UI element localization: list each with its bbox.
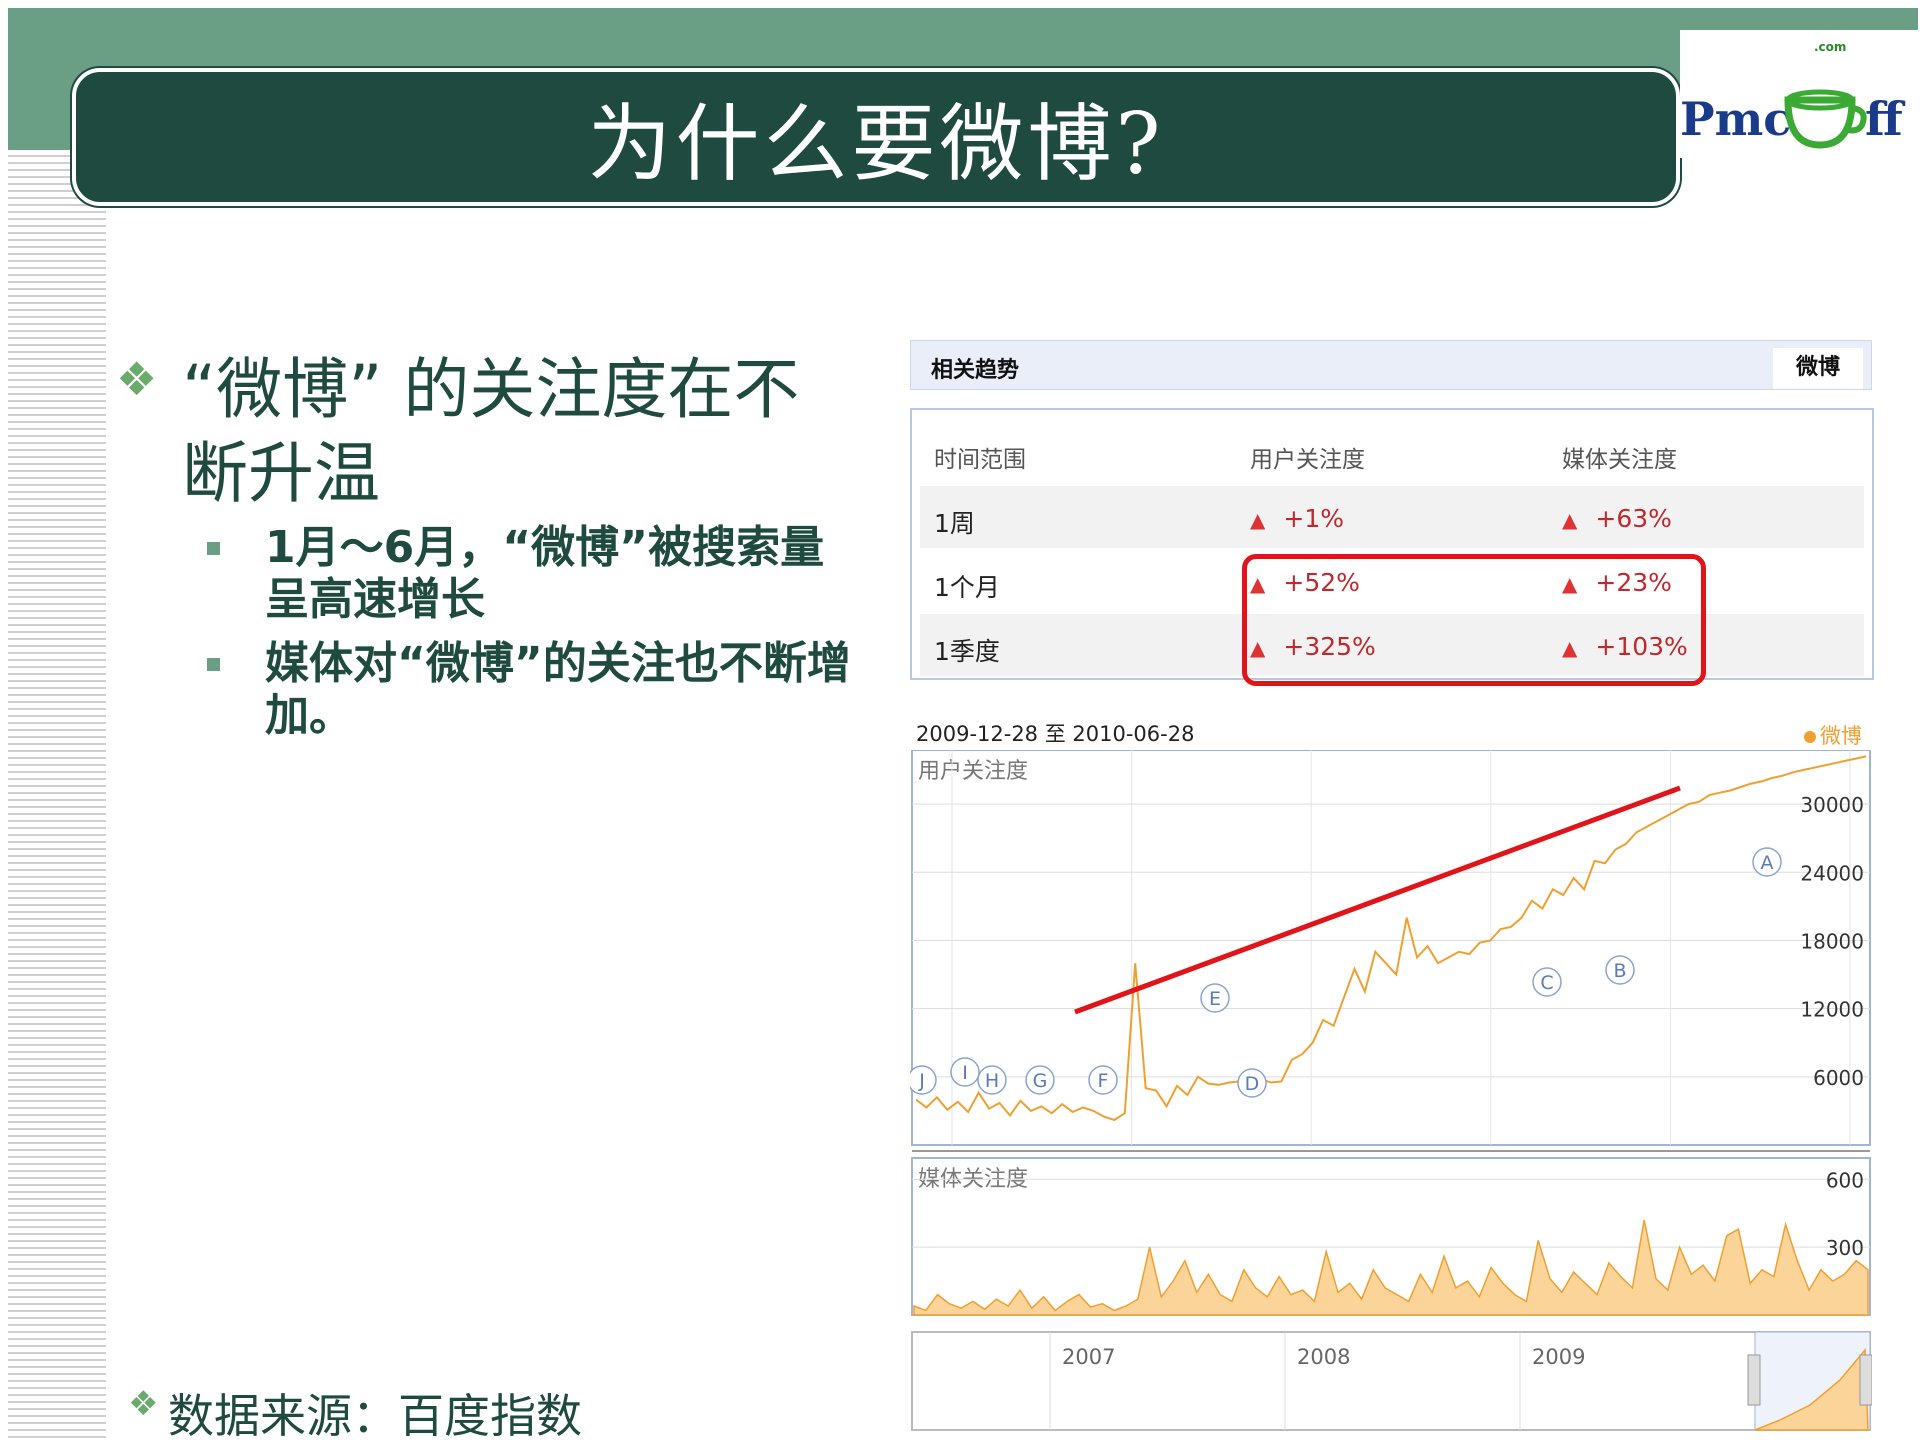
chart1-ytick-label: 6000: [1813, 1066, 1864, 1090]
annotation-label: I: [962, 1062, 968, 1084]
chart3-xtick-label: 2008: [1297, 1345, 1350, 1369]
cell-range: 1周: [934, 509, 975, 538]
annotation-label: D: [1245, 1073, 1260, 1095]
chart1-ytick-label: 18000: [1800, 929, 1864, 953]
table-row: 1周 ▲ +1% ▲ +63%: [920, 486, 1864, 548]
logo-text-right: ff: [1865, 92, 1903, 146]
chart1-ylabel: 用户关注度: [918, 759, 1028, 784]
annotation-label: E: [1209, 988, 1221, 1010]
table-header-row: 时间范围 用户关注度 媒体关注度: [920, 422, 1864, 484]
chart3-left-handle: [1747, 1354, 1761, 1406]
col-header-range: 时间范围: [934, 447, 1026, 473]
chart2-ytick-label: 600: [1826, 1168, 1864, 1192]
chart1-ytick-label: 30000: [1800, 793, 1864, 817]
annotation-label: J: [918, 1070, 925, 1092]
col-header-user: 用户关注度: [1250, 447, 1365, 473]
chart3-xtick-label: 2009: [1532, 1345, 1585, 1369]
slide-title-bar: 为什么要微博?: [72, 68, 1680, 206]
cell-user-value: +1%: [1283, 504, 1344, 533]
annotation-label: C: [1540, 972, 1553, 994]
logo-text-left: Pmc: [1680, 92, 1792, 146]
diamond-bullet-icon: ❖: [128, 1384, 159, 1424]
square-bullet-icon: [207, 542, 220, 555]
cell-media: ▲ +63%: [1562, 504, 1672, 533]
chart3-frame: [911, 1331, 1871, 1431]
sub-bullet-1: 1月～6月，“微博”被搜索量呈高速增长: [265, 522, 825, 625]
annotation-label: H: [985, 1070, 999, 1092]
panel-header-title: 相关趋势: [931, 358, 1020, 383]
col-header-media: 媒体关注度: [1562, 447, 1677, 473]
trend-table: 时间范围 用户关注度 媒体关注度 1周 ▲ +1% ▲ +63% 1个月 ▲ +52%…: [910, 408, 1874, 686]
square-bullet-icon: [207, 658, 220, 671]
main-bullet: “微博” 的关注度在不断升温: [182, 351, 800, 512]
up-arrow-icon: ▲: [1562, 508, 1578, 532]
cell-range: 1季度: [934, 637, 1000, 666]
legend-dot: [1804, 731, 1816, 743]
cell-range: 1个月: [934, 573, 1000, 602]
legend-label: 微博: [1820, 724, 1862, 748]
chart-legend: 微博: [1804, 720, 1862, 750]
cell-media-value: +63%: [1595, 504, 1672, 533]
left-stripes-decoration: [8, 150, 106, 1440]
chart1-frame: [911, 750, 1871, 1146]
sub-bullet-2: 媒体对“微博”的关注也不断增加。: [265, 638, 851, 741]
baidu-index-panel: 相关趋势 微博 时间范围 用户关注度 媒体关注度 1周 ▲ +1% ▲ +63% 1…: [910, 340, 1874, 1431]
data-source-note: 数据来源：百度指数: [168, 1389, 582, 1443]
panel-header: 相关趋势 微博: [910, 340, 1872, 390]
chart1-ytick-label: 12000: [1800, 998, 1864, 1022]
trend-charts: 用户关注度6000120001800024000300002010年1月2月3月…: [910, 750, 1872, 1431]
annotation-label: F: [1098, 1070, 1109, 1092]
diamond-bullet-icon: ❖: [116, 352, 158, 406]
chart2-ytick-label: 300: [1826, 1236, 1864, 1260]
logo-com-text: .com: [1814, 40, 1847, 54]
chart1-ytick-label: 24000: [1800, 861, 1864, 885]
annotation-label: A: [1761, 852, 1774, 874]
date-range: 2009-12-28 至 2010-06-28: [916, 722, 1195, 746]
pmcoff-logo: .com Pmc ff: [1680, 30, 1918, 158]
annotation-label: B: [1613, 960, 1626, 982]
chart3-right-handle: [1859, 1354, 1872, 1406]
tab-weibo[interactable]: 微博: [1773, 348, 1863, 389]
annotation-label: G: [1033, 1070, 1048, 1092]
chart3-xtick-label: 2007: [1062, 1345, 1115, 1369]
cell-user: ▲ +1%: [1250, 504, 1344, 533]
highlight-box: [1242, 554, 1706, 686]
up-arrow-icon: ▲: [1250, 508, 1266, 532]
slide-title: 为什么要微博?: [587, 94, 1165, 193]
cup-icon: [1784, 89, 1867, 149]
